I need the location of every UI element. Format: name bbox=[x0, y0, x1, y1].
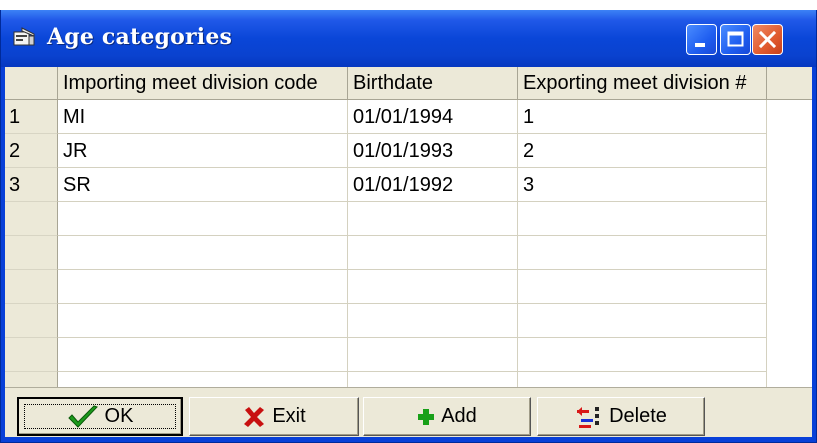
close-icon bbox=[758, 30, 777, 49]
row-header-empty[interactable] bbox=[5, 270, 58, 304]
column-header-exporting-division[interactable]: Exporting meet division # bbox=[518, 67, 767, 100]
cell-importing-code[interactable]: SR bbox=[58, 168, 348, 202]
cell-empty[interactable] bbox=[58, 304, 348, 338]
cell-exporting-division[interactable]: 3 bbox=[518, 168, 767, 202]
cell-empty[interactable] bbox=[518, 372, 767, 387]
cell-empty[interactable] bbox=[58, 338, 348, 372]
cell-birthdate[interactable]: 01/01/1994 bbox=[348, 100, 518, 134]
delete-label: Delete bbox=[609, 405, 667, 427]
cell-empty[interactable] bbox=[58, 202, 348, 236]
cell-empty[interactable] bbox=[348, 372, 518, 387]
title-bar[interactable]: Age categories bbox=[1, 10, 816, 67]
column-header-importing-code[interactable]: Importing meet division code bbox=[58, 67, 348, 100]
cell-empty[interactable] bbox=[348, 202, 518, 236]
minimize-icon bbox=[695, 43, 705, 47]
cell-exporting-division[interactable]: 1 bbox=[518, 100, 767, 134]
row-header-empty[interactable] bbox=[5, 372, 58, 387]
cell-importing-code[interactable]: MI bbox=[58, 100, 348, 134]
cell-empty[interactable] bbox=[348, 270, 518, 304]
ok-button[interactable]: OK bbox=[17, 397, 183, 436]
close-button[interactable] bbox=[752, 24, 783, 55]
row-header-empty[interactable] bbox=[5, 202, 58, 236]
maximize-button[interactable] bbox=[720, 24, 751, 55]
delete-button[interactable]: Delete bbox=[537, 397, 705, 436]
client-area: Importing meet division code Birthdate E… bbox=[5, 67, 812, 437]
age-categories-window: Age categories Importing meet division c… bbox=[0, 10, 817, 443]
minimize-button[interactable] bbox=[686, 24, 717, 55]
row-header-empty[interactable] bbox=[5, 236, 58, 270]
column-header-birthdate[interactable]: Birthdate bbox=[348, 67, 518, 100]
age-categories-grid[interactable]: Importing meet division code Birthdate E… bbox=[5, 67, 812, 388]
add-label: Add bbox=[441, 405, 477, 427]
cell-empty[interactable] bbox=[518, 304, 767, 338]
add-button[interactable]: Add bbox=[363, 397, 531, 436]
x-icon bbox=[244, 406, 265, 427]
cell-empty[interactable] bbox=[348, 236, 518, 270]
cell-importing-code[interactable]: JR bbox=[58, 134, 348, 168]
corner-header bbox=[5, 67, 58, 100]
cell-empty[interactable] bbox=[518, 270, 767, 304]
cell-empty[interactable] bbox=[348, 338, 518, 372]
cell-empty[interactable] bbox=[58, 236, 348, 270]
row-header-empty[interactable] bbox=[5, 304, 58, 338]
delete-rows-icon bbox=[577, 406, 600, 428]
row-header[interactable]: 1 bbox=[5, 100, 58, 134]
app-icon bbox=[13, 27, 35, 46]
cell-exporting-division[interactable]: 2 bbox=[518, 134, 767, 168]
cell-birthdate[interactable]: 01/01/1993 bbox=[348, 134, 518, 168]
focus-rectangle bbox=[24, 404, 176, 429]
cell-empty[interactable] bbox=[348, 304, 518, 338]
row-header-empty[interactable] bbox=[5, 338, 58, 372]
cell-birthdate[interactable]: 01/01/1992 bbox=[348, 168, 518, 202]
cell-empty[interactable] bbox=[518, 236, 767, 270]
maximize-icon bbox=[727, 31, 744, 47]
cell-empty[interactable] bbox=[58, 270, 348, 304]
exit-button[interactable]: Exit bbox=[189, 397, 359, 436]
cell-empty[interactable] bbox=[518, 338, 767, 372]
row-header[interactable]: 2 bbox=[5, 134, 58, 168]
row-header[interactable]: 3 bbox=[5, 168, 58, 202]
window-title: Age categories bbox=[47, 24, 233, 50]
exit-label: Exit bbox=[272, 405, 306, 427]
cell-empty[interactable] bbox=[518, 202, 767, 236]
column-header-filler bbox=[767, 67, 812, 100]
plus-icon bbox=[418, 408, 435, 425]
cell-empty[interactable] bbox=[58, 372, 348, 387]
